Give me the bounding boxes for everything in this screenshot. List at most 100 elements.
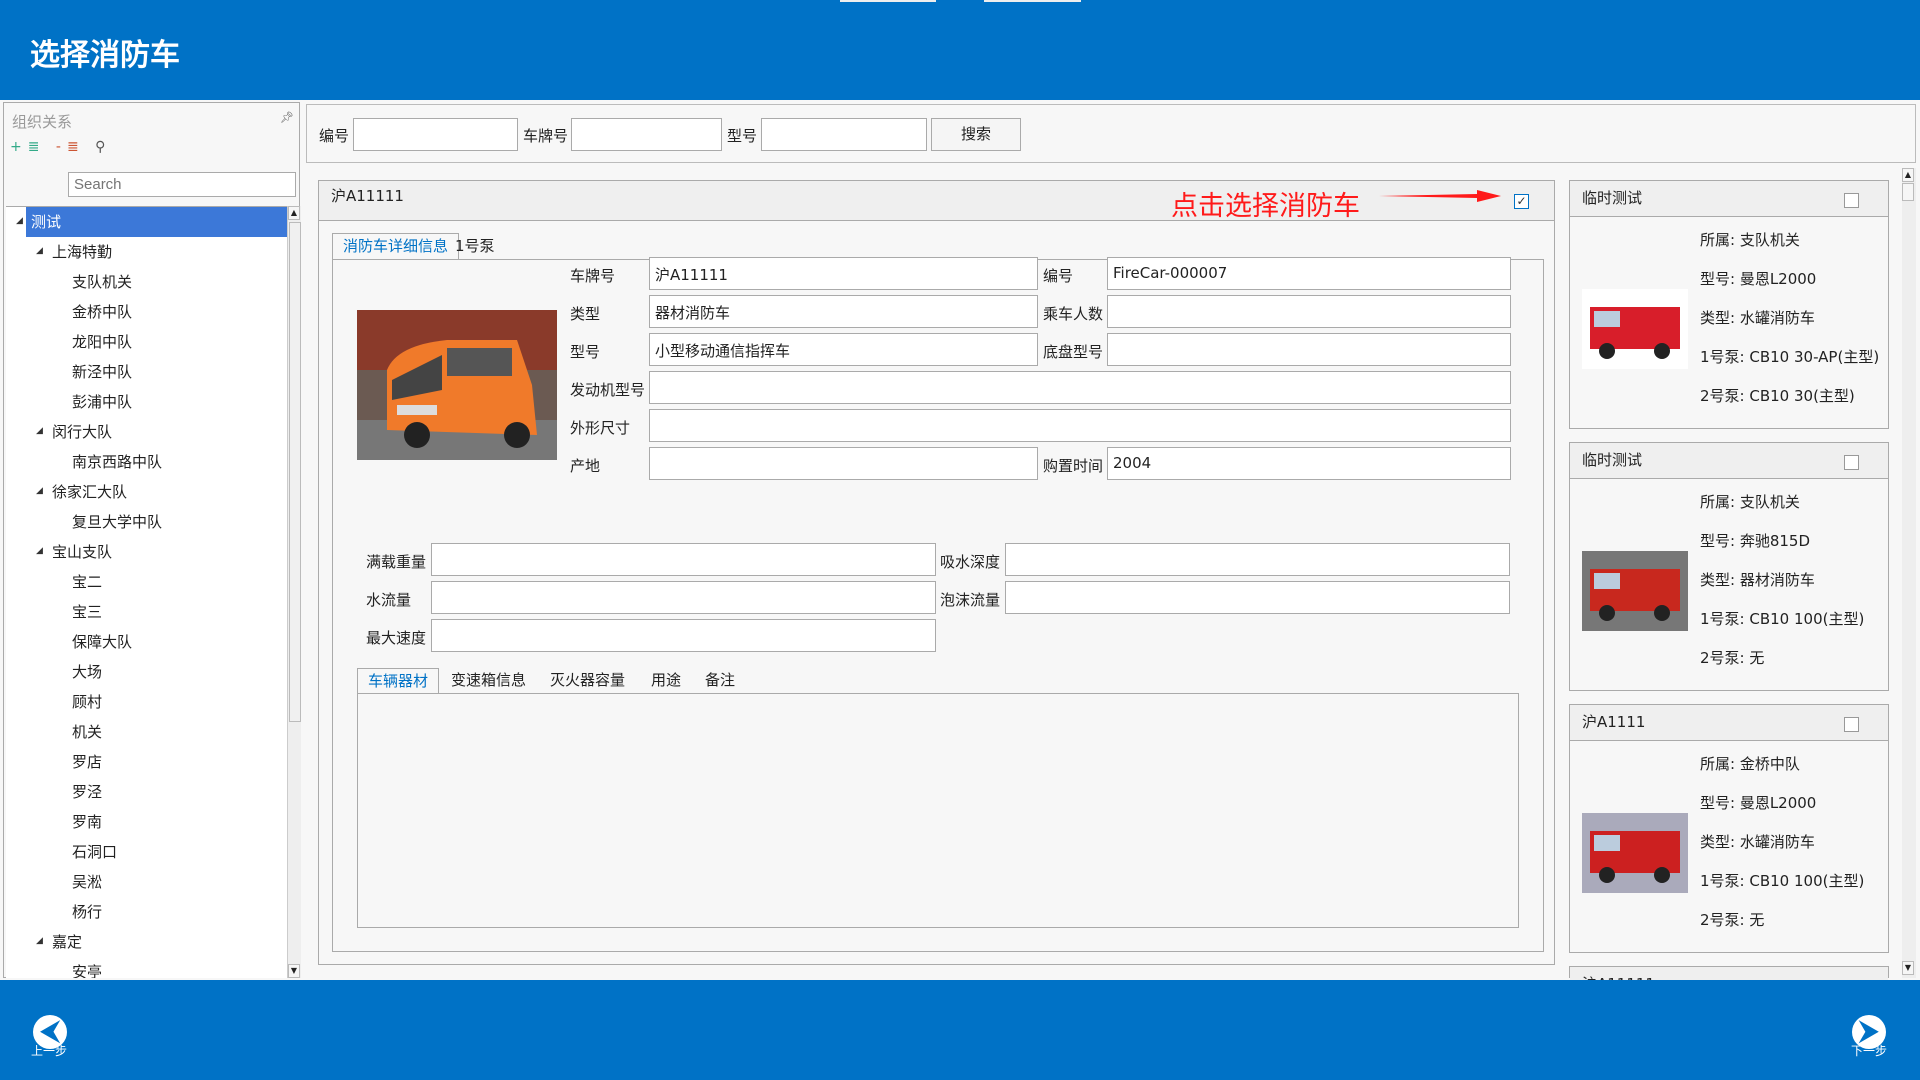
- scroll-down-button[interactable]: ▼: [288, 964, 300, 978]
- scroll-up-button[interactable]: ▲: [288, 206, 300, 220]
- tree-node[interactable]: 金桥中队: [72, 297, 132, 327]
- speed-label: 最大速度: [366, 629, 427, 647]
- size-field[interactable]: [649, 409, 1511, 442]
- tree-node[interactable]: 大场: [72, 657, 102, 687]
- scroll-thumb[interactable]: [1902, 183, 1914, 201]
- select-checkbox[interactable]: [1844, 455, 1859, 470]
- plate-label: 车牌号: [523, 127, 569, 145]
- tree-node[interactable]: 保障大队: [72, 627, 132, 657]
- expand-arrow-icon[interactable]: ◢: [36, 426, 43, 436]
- tree-node[interactable]: 罗南: [72, 807, 102, 837]
- type-field[interactable]: 器材消防车: [649, 295, 1038, 328]
- select-checkbox[interactable]: [1844, 717, 1859, 732]
- card-pump1: 1号泵: CB10 30-AP(主型): [1700, 348, 1880, 366]
- tab-detail[interactable]: 消防车详细信息: [332, 233, 460, 260]
- page-title: 选择消防车: [30, 38, 180, 73]
- firecar-card[interactable]: 沪A1111 所属: 金桥中队 型号: 曼恩L2000 类型: 水罐消防车 1号泵: C…: [1569, 704, 1889, 953]
- expand-all-icon[interactable]: +≣: [10, 139, 45, 155]
- plate-field[interactable]: 沪A11111: [649, 257, 1038, 290]
- foam-field[interactable]: [1005, 581, 1510, 614]
- tree-node[interactable]: 吴淞: [72, 867, 102, 897]
- tree-node[interactable]: 顾村: [72, 687, 102, 717]
- card-pump1: 1号泵: CB10 100(主型): [1700, 610, 1865, 628]
- expand-arrow-icon[interactable]: ◢: [36, 486, 43, 496]
- subtab-gearbox[interactable]: 变速箱信息: [441, 668, 536, 694]
- scroll-thumb[interactable]: [289, 222, 301, 722]
- foam-label: 泡沫流量: [940, 591, 1001, 609]
- tab-pump1[interactable]: 1号泵: [445, 234, 505, 260]
- tree-node[interactable]: 罗泾: [72, 777, 102, 807]
- search-icon[interactable]: ⚲: [95, 139, 111, 155]
- plate-label: 车牌号: [570, 267, 616, 285]
- tree-node[interactable]: 宝二: [72, 567, 102, 597]
- tree-node[interactable]: 宝山支队: [52, 537, 112, 567]
- type-label: 类型: [570, 305, 601, 323]
- scroll-down-button[interactable]: ▼: [1902, 961, 1914, 975]
- code-field[interactable]: FireCar-000007: [1107, 257, 1511, 290]
- tree-toolbar: +≣ -≣ ⚲: [10, 139, 111, 155]
- list-scrollbar[interactable]: ▲ ▼: [1902, 168, 1916, 978]
- firecar-card[interactable]: 临时测试 所属: 支队机关 型号: 奔驰815D 类型: 器材消防车 1号泵: CB10…: [1569, 442, 1889, 691]
- tree-node[interactable]: 测试: [26, 207, 287, 237]
- load-field[interactable]: [431, 543, 936, 576]
- buy-field[interactable]: 2004: [1107, 447, 1511, 480]
- firecar-card[interactable]: 临时测试 所属: 支队机关 型号: 曼恩L2000 类型: 水罐消防车 1号泵: CB1…: [1569, 180, 1889, 429]
- tree-node[interactable]: 机关: [72, 717, 102, 747]
- prev-label[interactable]: 上一步: [31, 1042, 67, 1059]
- tree-node[interactable]: 彭浦中队: [72, 387, 132, 417]
- tree-node[interactable]: 罗店: [72, 747, 102, 777]
- expand-arrow-icon[interactable]: ◢: [16, 216, 23, 226]
- tree-node[interactable]: 嘉定: [52, 927, 82, 957]
- tree-node[interactable]: 石洞口: [72, 837, 117, 867]
- pin-icon[interactable]: 📌︎: [280, 111, 294, 124]
- card-header: 临时测试: [1570, 443, 1888, 479]
- engine-field[interactable]: [649, 371, 1511, 404]
- footer: ⮜ 上一步 ⮞ 下一步: [0, 980, 1920, 1080]
- expand-arrow-icon[interactable]: ◢: [36, 936, 43, 946]
- tree-node[interactable]: 徐家汇大队: [52, 477, 127, 507]
- tree-node[interactable]: 新泾中队: [72, 357, 132, 387]
- tree-search-input[interactable]: [68, 172, 296, 197]
- collapse-all-icon[interactable]: -≣: [56, 139, 85, 155]
- tree-node[interactable]: 上海特勤: [52, 237, 112, 267]
- origin-field[interactable]: [649, 447, 1038, 480]
- tree-node[interactable]: 安亭: [72, 957, 102, 978]
- subtab-equipment[interactable]: 车辆器材: [357, 668, 440, 694]
- speed-field[interactable]: [431, 619, 936, 652]
- origin-label: 产地: [570, 457, 601, 475]
- code-input[interactable]: [353, 118, 518, 151]
- firecar-thumbnail: [1582, 289, 1688, 369]
- tree-node[interactable]: 杨行: [72, 897, 102, 927]
- subtab-usage[interactable]: 用途: [641, 668, 691, 694]
- tree-node[interactable]: 宝三: [72, 597, 102, 627]
- card-pump2: 2号泵: CB10 30(主型): [1700, 387, 1855, 405]
- tree-node[interactable]: 复旦大学中队: [72, 507, 162, 537]
- model-field[interactable]: 小型移动通信指挥车: [649, 333, 1038, 366]
- tree-node[interactable]: 南京西路中队: [72, 447, 162, 477]
- card-type: 类型: 器材消防车: [1700, 571, 1815, 589]
- select-checkbox[interactable]: ✓: [1514, 194, 1529, 209]
- chassis-field[interactable]: [1107, 333, 1511, 366]
- card-header: 临时测试: [1570, 181, 1888, 217]
- tree-node[interactable]: 支队机关: [72, 267, 132, 297]
- tree-scrollbar[interactable]: ▲ ▼: [287, 206, 301, 978]
- tree-node[interactable]: 龙阳中队: [72, 327, 132, 357]
- tree-node[interactable]: 闵行大队: [52, 417, 112, 447]
- scroll-up-button[interactable]: ▲: [1902, 168, 1914, 182]
- subtab-extinguisher[interactable]: 灭火器容量: [540, 668, 635, 694]
- card-unit: 所属: 金桥中队: [1700, 755, 1800, 773]
- plate-input[interactable]: [571, 118, 722, 151]
- flow-field[interactable]: [431, 581, 936, 614]
- load-label: 满载重量: [366, 553, 427, 571]
- select-checkbox[interactable]: [1844, 193, 1859, 208]
- model-input[interactable]: [761, 118, 927, 151]
- expand-arrow-icon[interactable]: ◢: [36, 246, 43, 256]
- subtab-notes[interactable]: 备注: [695, 668, 745, 694]
- search-button[interactable]: 搜索: [931, 118, 1021, 151]
- card-unit: 所属: 支队机关: [1700, 493, 1800, 511]
- firecar-card[interactable]: 沪A11111: [1569, 966, 1889, 1003]
- expand-arrow-icon[interactable]: ◢: [36, 546, 43, 556]
- depth-field[interactable]: [1005, 543, 1510, 576]
- seats-field[interactable]: [1107, 295, 1511, 328]
- next-label[interactable]: 下一步: [1851, 1042, 1887, 1059]
